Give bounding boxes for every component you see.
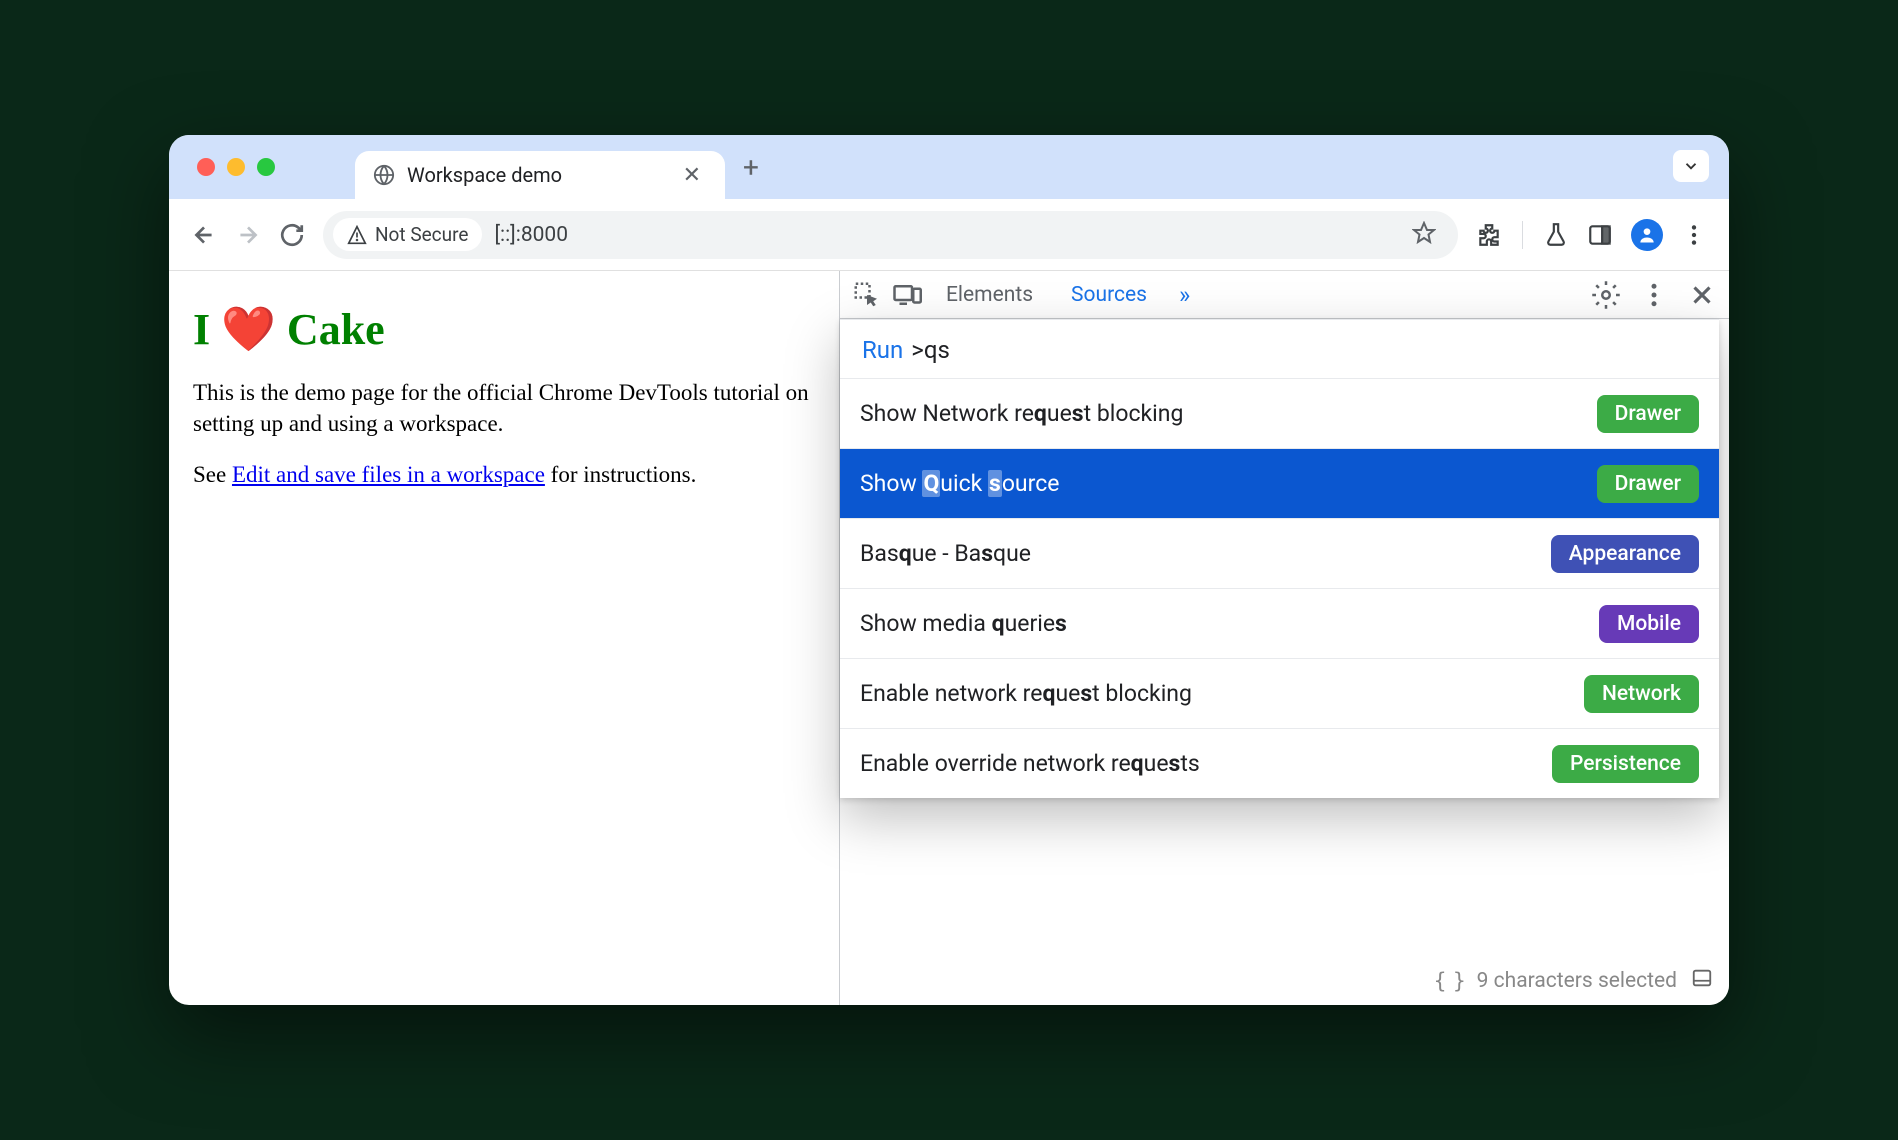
url-text: [::]:8000 [494,223,1400,247]
profile-button[interactable] [1631,219,1663,251]
command-list: Show Network request blockingDrawerShow … [840,378,1719,798]
address-bar[interactable]: Not Secure [::]:8000 [323,211,1458,259]
inspect-element-button[interactable] [852,280,882,310]
traffic-lights [197,158,275,176]
page-heading: I ❤️ Cake [193,303,815,355]
back-button[interactable] [191,222,217,248]
forward-button[interactable] [235,222,261,248]
status-text: 9 characters selected [1477,969,1677,993]
security-chip[interactable]: Not Secure [333,218,482,251]
paragraph-1: This is the demo page for the official C… [193,377,815,439]
labs-button[interactable] [1543,222,1569,248]
page-content: I ❤️ Cake This is the demo page for the … [169,271,839,1005]
command-item[interactable]: Show Quick source Drawer [840,448,1719,518]
command-item-badge: Appearance [1551,535,1699,573]
paragraph-2: See Edit and save files in a workspace f… [193,459,815,490]
toolbar-separator [1522,221,1523,249]
bottom-panel-icon[interactable] [1691,967,1713,995]
content-area: I ❤️ Cake This is the demo page for the … [169,271,1729,1005]
tabs-dropdown-button[interactable] [1673,150,1709,182]
command-menu: Run >qs Show Network request blocking Dra… [840,319,1719,798]
tab-sources[interactable]: Sources [1057,283,1161,307]
more-tabs-button[interactable]: » [1171,281,1198,309]
menu-button[interactable] [1681,222,1707,248]
close-devtools-button[interactable] [1687,280,1717,310]
heading-part-i: I [193,305,210,354]
run-label: Run [862,336,903,364]
command-item[interactable]: Enable override network requests Persiste… [840,728,1719,798]
heart-icon: ❤️ [221,305,276,354]
command-item-label: Show Network request blocking [860,400,1183,427]
settings-button[interactable] [1591,280,1621,310]
devtools-tabbar: Elements Sources » [840,271,1729,319]
devtools-panel: Elements Sources » R [839,271,1729,1005]
status-bar: { } 9 characters selected [856,967,1713,995]
command-item-badge: Network [1584,675,1699,713]
command-item-badge: Drawer [1597,395,1699,433]
command-item-label: Basque - Basque [860,540,1031,567]
brackets-icon: { } [1434,969,1463,993]
command-item[interactable]: Basque - Basque Appearance [840,518,1719,588]
command-item[interactable]: Show media queries Mobile [840,588,1719,658]
command-item-label: Enable network request blocking [860,680,1192,707]
command-query: >qs [911,336,950,364]
device-toolbar-button[interactable] [892,280,922,310]
close-window-button[interactable] [197,158,215,176]
browser-window: Workspace demo ✕ + Not Secure [::]:8000 [169,135,1729,1005]
tab-strip: Workspace demo ✕ + [169,135,1729,199]
side-panel-button[interactable] [1587,222,1613,248]
security-label: Not Secure [375,223,468,246]
command-item[interactable]: Enable network request blocking Network [840,658,1719,728]
globe-icon [373,164,395,186]
command-item-label: Show Quick source [860,470,1059,497]
heading-part-cake: Cake [287,305,385,354]
close-tab-button[interactable]: ✕ [677,163,707,188]
tutorial-link[interactable]: Edit and save files in a workspace [232,462,545,487]
p2-pre: See [193,462,232,487]
tab-elements[interactable]: Elements [932,283,1047,307]
reload-button[interactable] [279,222,305,248]
command-input-row[interactable]: Run >qs [840,320,1719,378]
bookmark-button[interactable] [1412,221,1448,249]
devtools-menu-button[interactable] [1639,280,1669,310]
browser-toolbar: Not Secure [::]:8000 [169,199,1729,271]
new-tab-button[interactable]: + [725,151,777,184]
browser-tab[interactable]: Workspace demo ✕ [355,151,725,199]
command-item-badge: Drawer [1597,465,1699,503]
command-item-label: Show media queries [860,610,1067,637]
command-item-label: Enable override network requests [860,750,1200,777]
command-item-badge: Persistence [1552,745,1699,783]
tab-title: Workspace demo [407,163,665,187]
minimize-window-button[interactable] [227,158,245,176]
maximize-window-button[interactable] [257,158,275,176]
p2-post: for instructions. [545,462,696,487]
extensions-button[interactable] [1476,222,1502,248]
command-item[interactable]: Show Network request blocking Drawer [840,378,1719,448]
command-item-badge: Mobile [1599,605,1699,643]
